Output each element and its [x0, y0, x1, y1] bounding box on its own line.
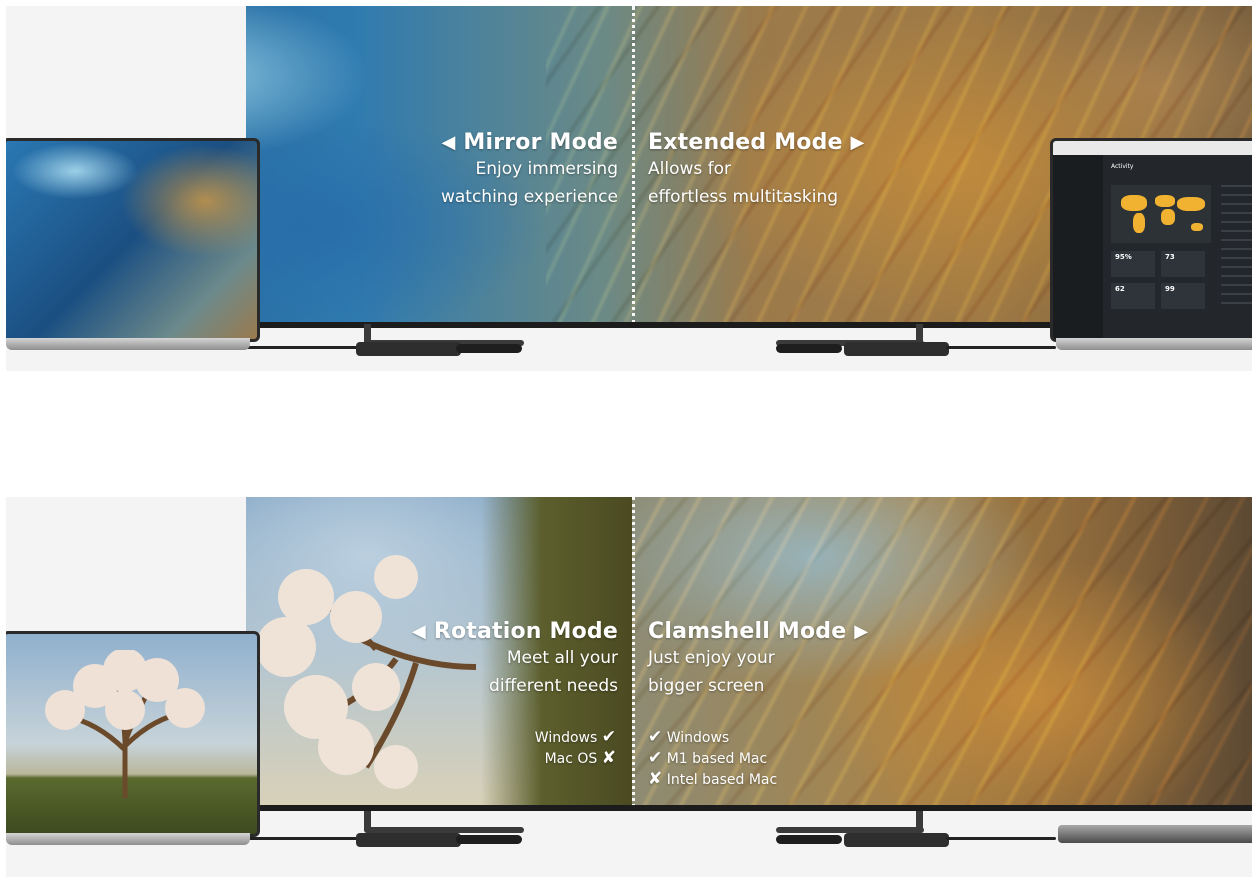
rotation-os-support: Windows ✔ Mac OS ✘	[535, 727, 616, 769]
dashboard-topbar	[1053, 141, 1252, 155]
usb-cable-right	[946, 346, 1056, 349]
adapter-left	[356, 833, 461, 847]
mirror-mode-caption: ◀ Mirror Mode Enjoy immersing watching e…	[441, 130, 618, 211]
stat-card: 62	[1111, 283, 1155, 309]
stat-card: 95%	[1111, 251, 1155, 277]
external-monitor-screen: ◀ Rotation Mode Meet all your different …	[246, 497, 1252, 807]
mirror-mode-line-2: watching experience	[440, 187, 618, 207]
mirror-extended-panel: ◀ Mirror Mode Enjoy immersing watching e…	[6, 6, 1252, 371]
support-row: ✔ Windows	[648, 727, 777, 748]
rotation-mode-caption: ◀ Rotation Mode Meet all your different …	[412, 619, 618, 700]
dashboard-list	[1221, 185, 1252, 305]
hdmi-plug-right	[776, 344, 842, 353]
clamshell-mode-caption: Clamshell Mode ▶ Just enjoy your bigger …	[648, 619, 868, 700]
extended-mode-title: Extended Mode	[648, 130, 843, 155]
dashboard-title: Activity	[1111, 163, 1134, 170]
adapter-left	[356, 342, 461, 356]
tree-illustration	[45, 650, 205, 798]
monitor-bezel	[246, 805, 1252, 811]
arrow-right-icon: ▶	[850, 132, 865, 153]
laptop-left	[6, 138, 260, 360]
usb-cable-left	[242, 346, 362, 349]
hdmi-plug-left	[456, 344, 522, 353]
world-map	[1111, 185, 1211, 243]
mode-divider	[632, 497, 635, 807]
adapter-right	[844, 833, 949, 847]
arrow-right-icon: ▶	[854, 621, 869, 642]
extended-mode-line-2: effortless multitasking	[648, 187, 839, 207]
mirror-mode-line-1: Enjoy immersing	[475, 159, 618, 179]
laptop-left-base	[6, 338, 250, 350]
check-icon: ✔	[648, 727, 663, 747]
laptop-left	[6, 631, 260, 855]
cross-icon: ✘	[648, 769, 663, 789]
laptop-right: Activity 95% 73 62 99	[1050, 138, 1252, 360]
support-row: Windows ✔	[535, 727, 616, 748]
mode-divider	[632, 6, 635, 324]
cross-icon: ✘	[601, 748, 616, 768]
check-icon: ✔	[601, 727, 616, 747]
laptop-left-screen	[6, 631, 260, 837]
hdmi-plug-right	[776, 835, 842, 844]
stat-card: 73	[1161, 251, 1205, 277]
stat-card: 99	[1161, 283, 1205, 309]
laptop-closed-lid	[1058, 825, 1252, 843]
clamshell-mode-half: Clamshell Mode ▶ Just enjoy your bigger …	[632, 497, 1252, 807]
mirror-mode-half: ◀ Mirror Mode Enjoy immersing watching e…	[246, 6, 632, 324]
dashboard-sidebar	[1053, 155, 1103, 339]
check-icon: ✔	[648, 748, 663, 768]
support-row: Mac OS ✘	[535, 748, 616, 769]
support-row: ✘ Intel based Mac	[648, 769, 777, 790]
clamshell-mode-line-2: bigger screen	[648, 676, 765, 696]
os-label: M1 based Mac	[666, 751, 768, 767]
clamshell-os-support: ✔ Windows ✔ M1 based Mac ✘ Intel based M…	[648, 727, 777, 790]
usb-cable-right	[946, 837, 1056, 840]
clamshell-mode-title: Clamshell Mode	[648, 619, 847, 644]
laptop-left-base	[6, 833, 250, 845]
rotation-mode-title: Rotation Mode	[433, 619, 618, 644]
usb-cable-left	[242, 837, 362, 840]
os-label: Intel based Mac	[666, 772, 778, 788]
rotation-mode-half: ◀ Rotation Mode Meet all your different …	[246, 497, 632, 807]
os-label: Windows	[534, 730, 598, 746]
laptop-left-screen	[6, 138, 260, 342]
os-label: Windows	[666, 730, 730, 746]
extended-mode-line-1: Allows for	[648, 159, 732, 179]
support-row: ✔ M1 based Mac	[648, 748, 777, 769]
mirror-mode-title: Mirror Mode	[463, 130, 618, 155]
os-label: Mac OS	[544, 751, 598, 767]
clamshell-mode-line-1: Just enjoy your	[648, 648, 775, 668]
laptop-right-screen: Activity 95% 73 62 99	[1050, 138, 1252, 342]
dashboard-app: Activity 95% 73 62 99	[1053, 141, 1252, 339]
laptop-closed	[1058, 819, 1252, 855]
rotation-mode-line-2: different needs	[489, 676, 618, 696]
extended-mode-caption: Extended Mode ▶ Allows for effortless mu…	[648, 130, 865, 211]
arrow-left-icon: ◀	[411, 621, 426, 642]
rotation-clamshell-panel: ◀ Rotation Mode Meet all your different …	[6, 497, 1252, 877]
rotation-mode-line-1: Meet all your	[506, 648, 618, 668]
laptop-right-base	[1056, 338, 1252, 350]
hdmi-plug-left	[456, 835, 522, 844]
adapter-right	[844, 342, 949, 356]
arrow-left-icon: ◀	[441, 132, 456, 153]
